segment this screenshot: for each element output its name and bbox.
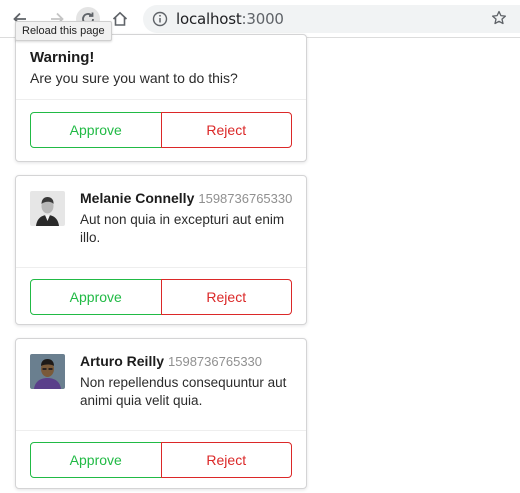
comment-card: Melanie Connelly 1598736765330 Aut non qu… bbox=[15, 175, 307, 325]
bookmark-star-icon[interactable] bbox=[491, 10, 507, 31]
approve-button[interactable]: Approve bbox=[30, 442, 162, 478]
card-actions: Approve Reject bbox=[16, 267, 306, 325]
author-name[interactable]: Melanie Connelly bbox=[80, 190, 194, 206]
info-icon[interactable] bbox=[152, 11, 168, 32]
reject-button[interactable]: Reject bbox=[160, 279, 292, 315]
approve-button[interactable]: Approve bbox=[30, 112, 162, 148]
url-host: localhost bbox=[176, 10, 242, 28]
comment-author: Melanie Connelly 1598736765330 bbox=[80, 190, 292, 206]
button-group: Approve Reject bbox=[30, 442, 292, 478]
page-content: Warning! Are you sure you want to do thi… bbox=[0, 34, 520, 493]
approve-button[interactable]: Approve bbox=[30, 279, 162, 315]
warning-card: Warning! Are you sure you want to do thi… bbox=[15, 34, 307, 162]
avatar bbox=[30, 354, 65, 389]
home-button[interactable] bbox=[108, 7, 132, 31]
button-group: Approve Reject bbox=[30, 279, 292, 315]
comment-metadata: 1598736765330 bbox=[168, 354, 263, 369]
card-actions: Approve Reject bbox=[16, 430, 306, 489]
card-actions: Approve Reject bbox=[16, 99, 306, 162]
avatar-image bbox=[30, 191, 65, 226]
url-port: :3000 bbox=[241, 10, 284, 28]
comment-author: Arturo Reilly 1598736765330 bbox=[80, 353, 262, 369]
reload-tooltip: Reload this page bbox=[15, 21, 112, 41]
reject-button[interactable]: Reject bbox=[160, 442, 292, 478]
warning-title: Warning! bbox=[30, 49, 95, 66]
author-name[interactable]: Arturo Reilly bbox=[80, 353, 164, 369]
url-text: localhost:3000 bbox=[176, 10, 284, 28]
comment-metadata: 1598736765330 bbox=[198, 191, 293, 206]
comment-card: Arturo Reilly 1598736765330 Non repellend… bbox=[15, 338, 307, 489]
reject-button[interactable]: Reject bbox=[160, 112, 292, 148]
comment-text: Non repellendus consequuntur aut animi q… bbox=[80, 375, 287, 408]
address-bar[interactable]: localhost:3000 bbox=[143, 5, 520, 33]
home-icon bbox=[112, 11, 128, 26]
comment-text: Aut non quia in excepturi aut enim illo. bbox=[80, 212, 285, 245]
button-group: Approve Reject bbox=[30, 112, 292, 148]
avatar bbox=[30, 191, 65, 226]
avatar-image bbox=[30, 354, 65, 389]
warning-text: Are you sure you want to do this? bbox=[30, 70, 238, 86]
